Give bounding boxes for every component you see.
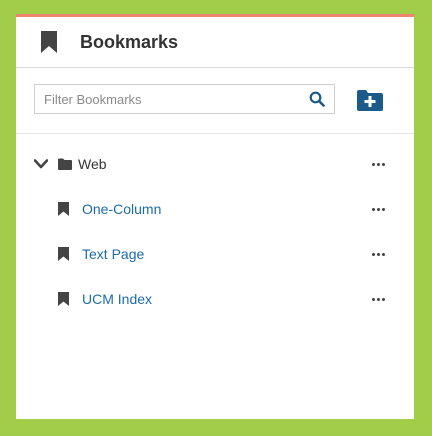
folder-row[interactable]: Web [16,149,414,179]
bookmark-icon [58,202,69,216]
panel-header: Bookmarks [16,17,414,68]
search-input[interactable] [35,85,304,113]
more-options-icon[interactable] [370,247,386,261]
search-box [34,84,335,114]
bookmark-link[interactable]: UCM Index [82,291,152,307]
folder-icon [58,158,72,170]
bookmark-icon [58,247,69,261]
bookmark-row[interactable]: Text Page [16,239,414,269]
bookmark-icon [58,292,69,306]
page-title: Bookmarks [80,31,179,52]
bookmark-link[interactable]: Text Page [82,246,144,262]
add-folder-button[interactable] [356,88,384,112]
bookmark-row[interactable]: UCM Index [16,284,414,314]
bookmark-row[interactable]: One-Column [16,194,414,224]
folder-label: Web [78,156,107,172]
search-icon[interactable] [304,86,330,112]
chevron-down-icon[interactable] [33,156,49,172]
folder-plus-icon [357,90,383,111]
more-options-icon[interactable] [370,292,386,306]
more-options-icon[interactable] [370,202,386,216]
more-options-icon[interactable] [370,157,386,171]
toolbar [16,68,414,134]
bookmarks-panel: Bookmarks Filter Bookmarks Web One-Colum… [16,14,414,419]
bookmark-icon [40,31,58,53]
bookmark-link[interactable]: One-Column [82,201,161,217]
